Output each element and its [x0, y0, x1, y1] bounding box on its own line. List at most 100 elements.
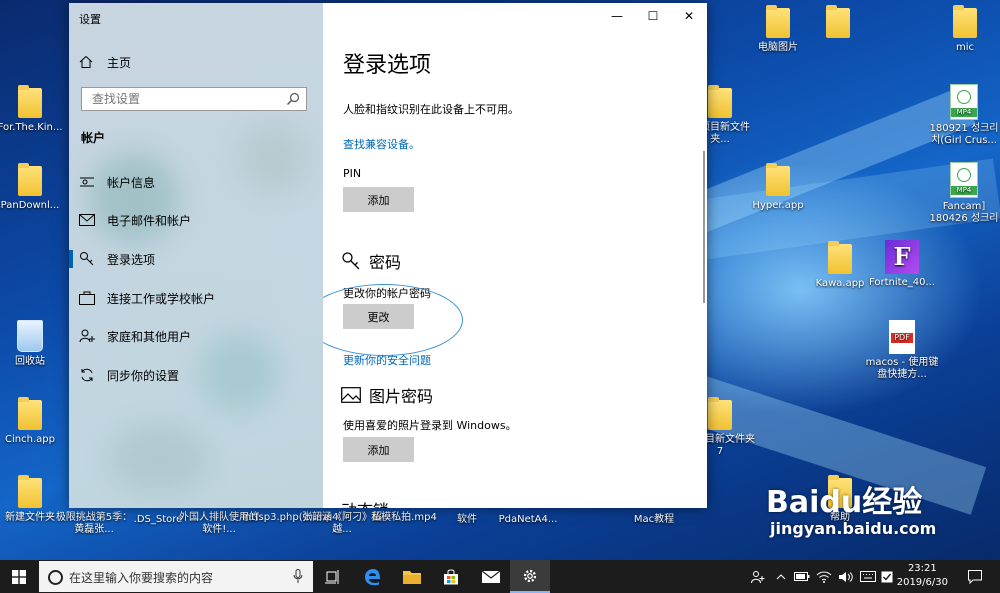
key-icon [342, 252, 360, 270]
people-add-icon [79, 328, 95, 344]
settings-nav-pane: 设置 主页 帐户 帐户信息 电子邮件和帐户 登录选项 连接工作或学校帐户 [69, 3, 323, 508]
nav-item-sign-in-options[interactable]: 登录选项 [69, 244, 323, 274]
pin-add-button[interactable]: 添加 [343, 187, 414, 212]
taskbar: 在这里输入你要搜索的内容 23:21 2019/6/30 [0, 560, 1000, 593]
battery-tray-button[interactable] [792, 560, 812, 593]
page-title: 登录选项 [343, 53, 432, 78]
window-titlebar-controls: — ☐ ✕ [599, 3, 707, 29]
nav-item-sync-settings[interactable]: 同步你的设置 [69, 360, 323, 390]
picture-add-button[interactable]: 添加 [343, 437, 414, 462]
folder-icon [18, 85, 42, 118]
folder-icon [766, 5, 790, 38]
settings-content-pane: — ☐ ✕ 登录选项 人脸和指纹识别在此设备上不可用。 查找兼容设备。 PIN … [323, 3, 707, 508]
desktop-icon-folder[interactable]: PanDownl... [0, 163, 70, 212]
home-icon [79, 55, 93, 68]
desktop-icon-label: 新建文件夹 [5, 512, 55, 523]
folder-icon [708, 397, 732, 430]
desktop-icon-mp4[interactable]: 180921 성크리 치(Girl Crus... [924, 84, 1000, 147]
folder-icon [828, 241, 852, 274]
windows-logo-icon [12, 569, 26, 584]
folder-icon [18, 163, 42, 196]
nav-item-email-accounts[interactable]: 电子邮件和帐户 [69, 205, 323, 235]
nav-item-label: 同步你的设置 [107, 368, 180, 383]
people-tray-button[interactable] [748, 560, 768, 593]
desktop-icon-app[interactable]: F Fortnite_40... [862, 240, 942, 289]
folder-icon [18, 397, 42, 430]
input-method-tray-button[interactable] [858, 560, 878, 593]
folder-icon [18, 475, 42, 508]
nav-item-family-users[interactable]: 家庭和其他用户 [69, 321, 323, 351]
nav-home[interactable]: 主页 [79, 53, 131, 71]
nav-item-label: 电子邮件和帐户 [107, 213, 192, 228]
face-fingerprint-status: 人脸和指纹识别在此设备上不可用。 [343, 103, 519, 116]
briefcase-icon [79, 290, 95, 306]
desktop-icon-folder[interactable]: Hyper.app [738, 163, 818, 212]
update-security-questions-link[interactable]: 更新你的安全问题 [343, 352, 431, 368]
taskbar-search-placeholder: 在这里输入你要搜索的内容 [69, 571, 214, 585]
taskbar-search-box[interactable]: 在这里输入你要搜索的内容 [39, 561, 313, 592]
task-view-icon [325, 569, 339, 584]
desktop-icon-label: PdaNetA4... [498, 514, 558, 525]
nav-item-work-school[interactable]: 连接工作或学校帐户 [69, 283, 323, 313]
cortana-icon [48, 570, 63, 585]
desktop-icon-label: Fortnite_40... [869, 277, 935, 288]
show-hidden-icons-button[interactable] [772, 560, 790, 593]
desktop-icon-folder[interactable]: Cinch.app [0, 397, 70, 446]
taskbar-clock[interactable]: 23:21 2019/6/30 [897, 562, 948, 590]
desktop-icon-folder[interactable] [798, 5, 878, 42]
volume-tray-button[interactable] [836, 560, 856, 593]
baidu-watermark: Baidu经验 jingyan.baidu.com [766, 486, 936, 538]
desktop-icon-label: 软件 [457, 514, 477, 525]
mail-icon [482, 570, 500, 583]
desktop-icon-folder[interactable]: For.The.Kin... [0, 85, 70, 134]
microphone-icon[interactable] [293, 569, 303, 584]
picture-password-heading-text: 图片密码 [369, 387, 434, 406]
minimize-button[interactable]: — [599, 3, 635, 29]
desktop-icon-mp4[interactable]: Fancam] 180426 성크리 [924, 162, 1000, 225]
sync-icon [79, 367, 95, 383]
clock-time: 23:21 [907, 563, 937, 574]
scrollbar[interactable] [703, 151, 705, 303]
desktop-icon-pdf[interactable]: macos - 使用键盘快捷方... [862, 320, 942, 381]
start-button[interactable] [0, 560, 38, 593]
close-button[interactable]: ✕ [671, 3, 707, 29]
nav-item-account-info[interactable]: 帐户信息 [69, 167, 323, 197]
dynamic-lock-heading-text: 动态锁 [341, 497, 389, 508]
taskbar-mail[interactable] [471, 560, 511, 593]
key-icon [79, 251, 95, 267]
desktop-icon-folder[interactable]: Mac教程 [614, 514, 694, 526]
search-icon[interactable] [286, 92, 300, 106]
store-bag-icon [444, 569, 458, 584]
desktop-icon-label: macos - 使用键盘快捷方... [865, 357, 939, 380]
settings-search-input[interactable] [90, 91, 284, 107]
nav-home-label: 主页 [107, 55, 132, 70]
taskbar-store[interactable] [431, 560, 471, 593]
pdf-file-icon [889, 320, 915, 354]
action-center-button[interactable] [962, 560, 988, 593]
clock-date: 2019/6/30 [896, 577, 948, 588]
desktop-icon-label: Kawa.app [815, 278, 865, 289]
notification-icon [968, 569, 982, 584]
highlight-ellipse [323, 284, 463, 356]
taskbar-file-explorer[interactable] [392, 560, 432, 593]
desktop-icon-folder[interactable]: mic [925, 5, 1000, 54]
find-compatible-devices-link[interactable]: 查找兼容设备。 [343, 136, 420, 152]
taskbar-edge[interactable] [353, 560, 393, 593]
folder-icon [708, 85, 732, 118]
maximize-button[interactable]: ☐ [635, 3, 671, 29]
task-view-button[interactable] [313, 560, 353, 593]
nav-section-heading: 帐户 [81, 131, 106, 145]
pin-label: PIN [343, 167, 362, 180]
recycle-bin-icon [17, 320, 43, 352]
gear-icon [523, 569, 537, 582]
desktop-icon-recycle-bin[interactable]: 回收站 [0, 320, 70, 368]
action-tray-button[interactable] [878, 560, 896, 593]
taskbar-settings[interactable] [510, 560, 550, 593]
network-tray-button[interactable] [814, 560, 834, 593]
picture-password-heading: 图片密码 [341, 383, 433, 407]
desktop-icon-file[interactable]: PdaNetA4... [488, 514, 568, 526]
mp4-file-icon [950, 162, 978, 198]
watermark-brand: Baidu经验 [766, 485, 923, 520]
settings-search-box[interactable] [81, 87, 307, 111]
desktop-icon-label: Mac教程 [633, 514, 675, 525]
